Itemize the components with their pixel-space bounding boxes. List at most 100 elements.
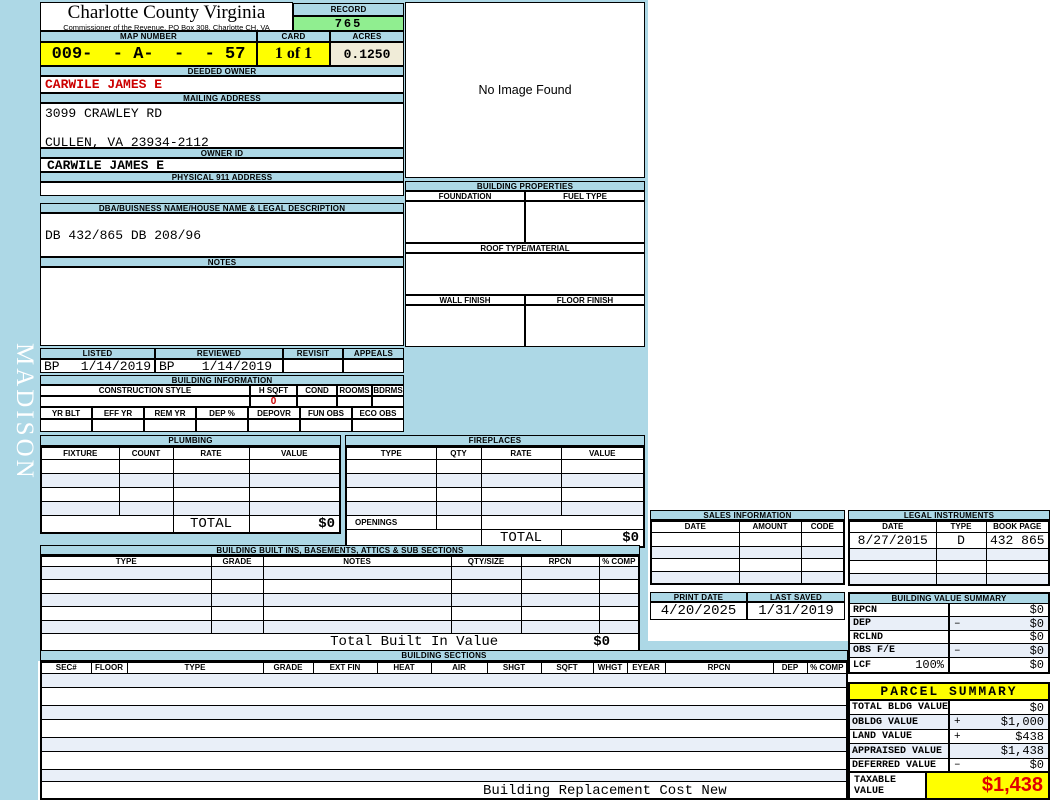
building-sections-title: BUILDING SECTIONS [40, 650, 848, 661]
deeded-owner-label: DEEDED OWNER [40, 66, 404, 76]
built-ins-section: BUILDING BUILT INS, BASEMENTS, ATTICS & … [40, 545, 640, 652]
mailing-address-line2: CULLEN, VA 23934-2112 [45, 135, 209, 148]
bvs-value: $0 [1029, 643, 1044, 658]
cond-value [297, 396, 337, 407]
parcel-label: TOTAL BLDG VALUE [852, 702, 949, 713]
parcel-value: $0 [1029, 758, 1044, 772]
parcel-op: – [954, 759, 961, 771]
parcel-row-deferred: DEFERRED VALUE – $0 [850, 758, 1048, 773]
effyr-value [92, 419, 144, 432]
bdrms-label: BDRMS [372, 385, 404, 396]
yrblt-label: YR BLT [40, 407, 92, 419]
bvs-label: RPCN [853, 604, 878, 616]
dep-pct-value [196, 419, 248, 432]
map-number-label: MAP NUMBER [40, 31, 257, 42]
bvs-row-obs: OBS F/E – $0 [850, 644, 1048, 658]
parcel-row-total-bldg: TOTAL BLDG VALUE $0 [850, 701, 1048, 715]
effyr-label: EFF YR [92, 407, 144, 419]
depovr-value [248, 419, 300, 432]
ecoobs-label: ECO OBS [352, 407, 404, 419]
property-record-card: { "colors": { "accent_lightblue": "#ADD8… [0, 0, 1050, 800]
parcel-summary-section: PARCEL SUMMARY TOTAL BLDG VALUE $0 OBLDG… [848, 682, 1050, 800]
record-label: RECORD [293, 3, 404, 16]
listed-label: LISTED [40, 348, 155, 359]
building-sections-column-headers: SEC# FLOOR TYPE GRADE EXT FIN HEAT AIR SHGT … [40, 661, 848, 674]
bvs-op: – [954, 617, 961, 630]
parcel-row-obldg: OBLDG VALUE + $1,000 [850, 715, 1048, 730]
bvs-label: OBS F/E [853, 645, 896, 656]
print-date-label: PRINT DATE [650, 592, 747, 602]
floor-finish-value [525, 305, 645, 347]
bvs-row-rclnd: RCLND $0 [850, 630, 1048, 644]
construction-style-label: CONSTRUCTION STYLE [40, 385, 250, 396]
legal-date: 8/27/2015 [848, 531, 937, 549]
wall-finish-value [405, 305, 525, 347]
foundation-value [405, 201, 525, 243]
building-sections-row [40, 718, 848, 738]
parcel-label: DEFERRED VALUE [852, 759, 937, 771]
acres-label: ACRES [330, 31, 404, 42]
reviewed-date: 1/14/2019 [201, 359, 272, 373]
building-sections-row [40, 736, 848, 752]
plumbing-total-row: TOTAL $0 [40, 514, 341, 533]
floor-finish-label: FLOOR FINISH [525, 295, 645, 305]
fireplaces-row [345, 500, 645, 516]
plumbing-row [40, 472, 341, 488]
ecoobs-value [352, 419, 404, 432]
reviewed-value: BP 1/14/2019 [155, 359, 283, 373]
parcel-label: APPRAISED VALUE [852, 745, 943, 757]
county-title: Charlotte County Virginia [67, 2, 266, 23]
fireplaces-title: FIREPLACES [345, 435, 645, 446]
hsqft-value: 0 [250, 396, 297, 407]
bvs-row-lcf: LCF 100% $0 [850, 658, 1048, 672]
legal-instrument-row [848, 547, 1050, 561]
bvs-label: RCLND [853, 631, 884, 643]
title-block: Charlotte County Virginia Commissioner o… [40, 2, 293, 31]
legal-column-headers: DATE TYPE BOOK PAGE [848, 520, 1050, 533]
fireplaces-table: TYPE QTY RATE VALUE OPENINGS TOTAL $0 [345, 446, 645, 548]
last-saved-value: 1/31/2019 [747, 602, 845, 620]
building-properties-title: BUILDING PROPERTIES [405, 181, 645, 191]
replacement-cost-label: Building Replacement Cost New [482, 782, 727, 799]
openings-label: OPENINGS [345, 514, 437, 530]
mailing-address-label: MAILING ADDRESS [40, 93, 404, 103]
fireplaces-total-value: $0 [560, 528, 645, 547]
rooms-value [337, 396, 372, 407]
built-ins-row [40, 566, 640, 580]
built-ins-total-label: Total Built In Value [330, 634, 499, 650]
built-ins-row [40, 579, 640, 594]
notes-label: NOTES [40, 257, 404, 267]
sales-section: SALES INFORMATION DATE AMOUNT CODE [650, 510, 845, 585]
last-saved-label: LAST SAVED [747, 592, 845, 602]
listed-by: BP [44, 359, 60, 373]
plumbing-column-headers: FIXTURE COUNT RATE VALUE [40, 446, 341, 460]
plumbing-table: FIXTURE COUNT RATE VALUE TOTAL $0 [40, 446, 341, 534]
dep-pct-label: DEP % [196, 407, 248, 419]
parcel-op: + [954, 716, 961, 728]
parcel-value: $438 [1015, 729, 1044, 744]
building-sections-row [40, 704, 848, 720]
building-sections-footer-row: Building Replacement Cost New [40, 780, 848, 800]
building-information-title: BUILDING INFORMATION [40, 375, 404, 385]
taxable-value: $1,438 [981, 774, 1043, 796]
no-image-text: No Image Found [478, 83, 572, 97]
construction-style-value [40, 396, 250, 407]
parcel-row-taxable: TAXABLE VALUE $1,438 [850, 773, 1048, 798]
acres-value: 0.1250 [330, 42, 404, 66]
parcel-row-land: LAND VALUE + $438 [850, 730, 1048, 744]
legal-instruments-section: LEGAL INSTRUMENTS DATE TYPE BOOK PAGE 8/27… [848, 510, 1050, 586]
bvs-op: – [954, 644, 961, 657]
legal-description-value: DB 432/865 DB 208/96 [45, 228, 202, 243]
sales-title: SALES INFORMATION [650, 510, 845, 520]
rooms-label: ROOMS [337, 385, 372, 396]
fireplaces-openings-row: OPENINGS [345, 514, 645, 530]
built-ins-row [40, 593, 640, 607]
foundation-label: FOUNDATION [405, 191, 525, 201]
reviewed-by: BP [159, 359, 175, 373]
taxable-value-label: TAXABLE VALUE [854, 774, 897, 797]
sales-row [650, 531, 845, 547]
legal-instruments-title: LEGAL INSTRUMENTS [848, 510, 1050, 520]
plumbing-total-label: TOTAL [172, 514, 250, 533]
roof-type-value [405, 253, 645, 295]
bvs-value: $0 [1029, 630, 1044, 644]
